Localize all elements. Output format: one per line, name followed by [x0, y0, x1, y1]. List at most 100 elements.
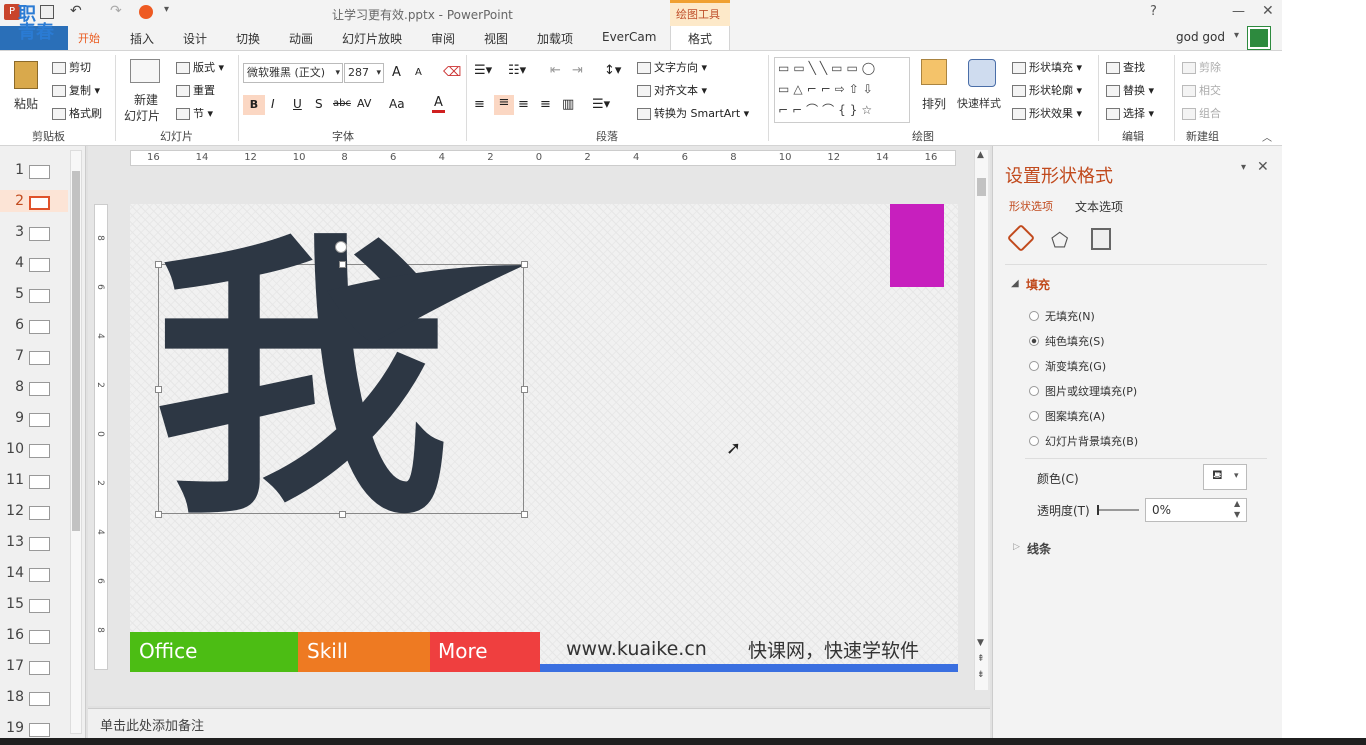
resize-handle[interactable]: [339, 261, 346, 268]
fill-option-radio[interactable]: [1029, 311, 1039, 321]
resize-handle[interactable]: [521, 261, 528, 268]
line-spacing-icon[interactable]: ↕▾: [604, 63, 621, 78]
align-center-icon[interactable]: ≡: [494, 95, 514, 115]
slider-thumb[interactable]: [1097, 505, 1099, 515]
tab-view[interactable]: 视图: [484, 30, 508, 47]
slide-thumbnail[interactable]: [29, 630, 50, 644]
select-button[interactable]: 选择 ▾: [1106, 105, 1154, 121]
shape-effects-button[interactable]: 形状效果 ▾: [1012, 105, 1082, 121]
bullets-icon[interactable]: ☰▾: [474, 63, 492, 78]
undo-icon[interactable]: ↶: [70, 3, 82, 19]
transparency-slider[interactable]: [1097, 505, 1139, 515]
subtract-button[interactable]: 剪除: [1182, 59, 1221, 75]
fill-option-label[interactable]: 无填充(N): [1045, 308, 1095, 324]
justify-icon[interactable]: ≡: [540, 97, 551, 112]
underline-button[interactable]: U: [293, 97, 302, 111]
minimize-button[interactable]: —: [1232, 4, 1245, 19]
selected-shape[interactable]: 我: [153, 217, 528, 547]
slide-thumbnail[interactable]: [29, 227, 50, 241]
resize-handle[interactable]: [521, 511, 528, 518]
rotate-handle[interactable]: [335, 241, 347, 253]
shape-fill-button[interactable]: 形状填充 ▾: [1012, 59, 1082, 75]
shape-outline-button[interactable]: 形状轮廓 ▾: [1012, 82, 1082, 98]
fill-option-radio[interactable]: [1029, 336, 1039, 346]
tab-review[interactable]: 审阅: [431, 30, 455, 47]
slide-thumbnail[interactable]: [29, 382, 50, 396]
align-left-icon[interactable]: ≡: [474, 97, 485, 112]
shrink-font-button[interactable]: A: [415, 67, 422, 78]
fill-option-radio[interactable]: [1029, 436, 1039, 446]
layout-button[interactable]: 版式 ▾: [176, 59, 224, 75]
tab-design[interactable]: 设计: [183, 30, 207, 47]
fill-option-label[interactable]: 渐变填充(G): [1045, 358, 1106, 374]
line-section-toggle[interactable]: ▷: [1013, 542, 1020, 552]
slide-thumbnail[interactable]: [29, 413, 50, 427]
increase-indent-icon[interactable]: ⇥: [572, 63, 583, 78]
resize-handle[interactable]: [155, 386, 162, 393]
thumb-scrollbar[interactable]: [70, 150, 82, 734]
resize-handle[interactable]: [155, 511, 162, 518]
editor-scroll-thumb[interactable]: [977, 178, 986, 196]
section-button[interactable]: 节 ▾: [176, 105, 213, 121]
line-section-label[interactable]: 线条: [1027, 540, 1051, 557]
italic-button[interactable]: I: [271, 97, 275, 111]
slide-thumbnail[interactable]: [29, 351, 50, 365]
bold-button[interactable]: B: [243, 95, 265, 115]
slide-thumbnail[interactable]: [29, 165, 50, 179]
slide-thumbnail[interactable]: [29, 661, 50, 675]
cut-button[interactable]: 剪切: [52, 59, 91, 75]
user-name[interactable]: god god: [1176, 30, 1225, 44]
help-icon[interactable]: ?: [1150, 4, 1157, 19]
tab-shape-options[interactable]: 形状选项: [1009, 198, 1053, 214]
align-text-button[interactable]: 对齐文本 ▾: [637, 82, 707, 98]
transparency-input[interactable]: 0% ▲ ▼: [1145, 498, 1247, 522]
spinner-up-icon[interactable]: ▲: [1234, 499, 1240, 508]
font-name-select[interactable]: 微软雅黑 (正文) ▾: [243, 63, 343, 83]
slide-thumbnail[interactable]: [29, 258, 50, 272]
scroll-up-icon[interactable]: ▲: [977, 150, 984, 160]
fill-option-label[interactable]: 幻灯片背景填充(B): [1045, 433, 1138, 449]
color-picker-button[interactable]: ⛾ ▾: [1203, 464, 1247, 490]
tab-animations[interactable]: 动画: [289, 30, 313, 47]
fill-option-radio[interactable]: [1029, 411, 1039, 421]
redo-icon[interactable]: ↷: [110, 3, 122, 19]
copy-button[interactable]: 复制 ▾: [52, 82, 100, 98]
fill-section-toggle[interactable]: ◢: [1011, 278, 1019, 289]
clear-format-icon[interactable]: ⌫: [443, 65, 461, 80]
slide-thumbnail[interactable]: [29, 506, 50, 520]
tab-home[interactable]: 开始: [78, 30, 100, 46]
format-painter-button[interactable]: 格式刷: [52, 105, 102, 121]
arrange-button[interactable]: 排列: [916, 57, 954, 121]
fill-option-label[interactable]: 纯色填充(S): [1045, 333, 1105, 349]
record-icon[interactable]: [139, 5, 153, 19]
fill-option-radio[interactable]: [1029, 361, 1039, 371]
slide-thumbnail[interactable]: [29, 475, 50, 489]
qat-customize-icon[interactable]: ▾: [164, 4, 169, 15]
thumb-scroll-thumb[interactable]: [72, 171, 80, 531]
paste-button[interactable]: 粘贴: [8, 57, 46, 117]
user-menu-icon[interactable]: ▾: [1234, 30, 1239, 41]
slide-thumbnail[interactable]: [29, 568, 50, 582]
slide-thumbnail[interactable]: [29, 320, 50, 334]
replace-button[interactable]: 替换 ▾: [1106, 82, 1154, 98]
slide-canvas[interactable]: 我 Office Skill More www.kuaike.cn 快课网，快速…: [130, 204, 958, 672]
spinner-down-icon[interactable]: ▼: [1234, 510, 1240, 519]
size-properties-icon[interactable]: [1091, 228, 1111, 250]
smartart-button[interactable]: 转换为 SmartArt ▾: [637, 105, 749, 121]
reset-button[interactable]: 重置: [176, 82, 215, 98]
resize-handle[interactable]: [521, 386, 528, 393]
strikethrough-button[interactable]: abc: [333, 98, 351, 109]
quick-styles-button[interactable]: 快速样式: [956, 57, 1008, 121]
pane-options-icon[interactable]: ▾: [1241, 162, 1246, 173]
slide-thumbnail[interactable]: [29, 723, 50, 737]
next-slide-icon[interactable]: ⇟: [977, 670, 985, 680]
union-button[interactable]: 组合: [1182, 105, 1221, 121]
tab-text-options[interactable]: 文本选项: [1075, 198, 1123, 215]
find-button[interactable]: 查找: [1106, 59, 1145, 75]
distribute-icon[interactable]: ▥: [562, 97, 574, 112]
collapse-ribbon-icon[interactable]: ︿: [1262, 129, 1272, 144]
notes-pane[interactable]: 单击此处添加备注: [88, 708, 990, 738]
text-direction-button[interactable]: 文字方向 ▾: [637, 59, 707, 75]
decrease-indent-icon[interactable]: ⇤: [550, 63, 561, 78]
slide-thumbnail[interactable]: [29, 444, 50, 458]
